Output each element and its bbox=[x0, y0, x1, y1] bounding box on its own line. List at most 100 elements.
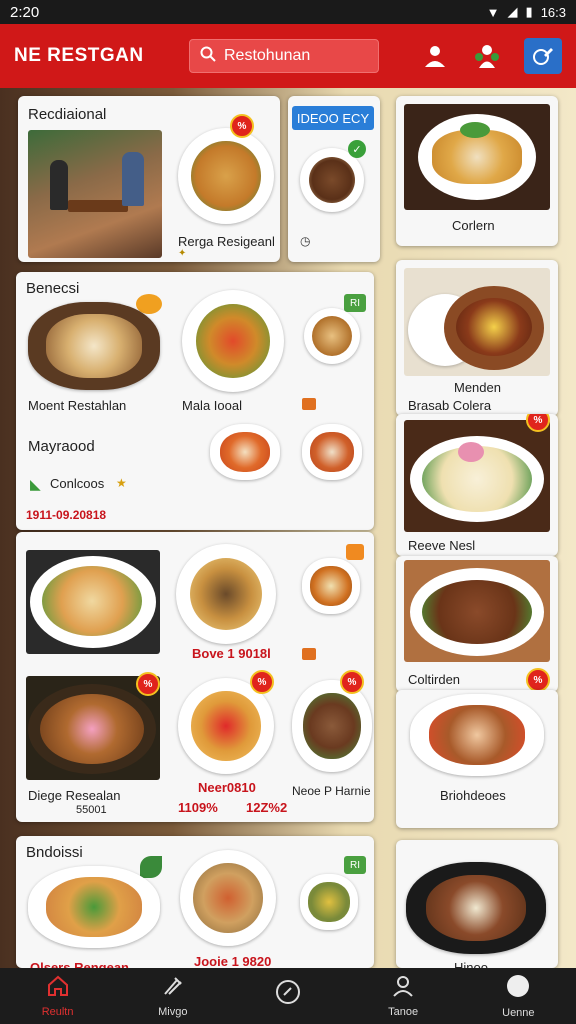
card-caption: Menden bbox=[454, 380, 501, 395]
card-title: Benecsi bbox=[26, 280, 80, 297]
card-caption: Coltirden bbox=[408, 672, 461, 687]
search-input[interactable]: Restohunan bbox=[189, 39, 379, 73]
dish-plate bbox=[300, 874, 358, 930]
nav-label: Mivgo bbox=[158, 1006, 188, 1018]
restaurant-card[interactable]: Briohdeoes bbox=[396, 690, 558, 828]
restaurant-card[interactable]: Coltirden % bbox=[396, 556, 558, 692]
dish-plate bbox=[28, 866, 160, 948]
search-icon bbox=[200, 46, 216, 67]
restaurant-card[interactable]: Hinoo bbox=[396, 840, 558, 968]
battery-icon: ▮ bbox=[525, 4, 533, 19]
bottom-nav: Reultn Mivgo Tanoe Uenne bbox=[0, 968, 576, 1024]
app-title: NE RESTGAN bbox=[14, 45, 144, 66]
compass-icon bbox=[275, 979, 301, 1010]
dish-plate bbox=[302, 558, 360, 614]
dish-plate bbox=[28, 302, 160, 390]
status-time: 2:20 bbox=[10, 3, 40, 21]
item-sub: 55001 bbox=[76, 804, 107, 816]
search-text: Restohunan bbox=[224, 47, 311, 64]
promo-date: 1911-09.20818 bbox=[26, 508, 107, 522]
dish-photo bbox=[404, 560, 550, 662]
calendar-icon bbox=[302, 648, 316, 660]
status-bar: 2:20 ▼ ◢ ▮ 16:3 bbox=[0, 0, 576, 24]
restaurant-card[interactable]: IDEOO ECY ✓ ◷ bbox=[288, 96, 380, 262]
promo-badge-icon: % bbox=[340, 670, 364, 694]
user-icon bbox=[391, 974, 415, 1003]
dish-plate bbox=[302, 424, 362, 480]
nav-label: Tanoe bbox=[388, 1006, 419, 1018]
dish-plate bbox=[180, 850, 276, 946]
item-name: Moent Restahlan bbox=[28, 398, 127, 413]
tag-chip[interactable]: Conlcoos bbox=[50, 476, 104, 491]
item-name: Neer0810 bbox=[198, 780, 256, 795]
promo-badge-icon: % bbox=[526, 668, 550, 692]
dish-plate bbox=[406, 862, 546, 954]
nav-home[interactable]: Reultn bbox=[13, 974, 103, 1018]
card-title: Recdiaional bbox=[28, 106, 107, 123]
group-icon[interactable] bbox=[472, 41, 502, 71]
dish-plate bbox=[178, 128, 274, 224]
wifi-icon: ▼ bbox=[486, 4, 500, 20]
clock-icon: ◷ bbox=[300, 234, 311, 248]
dish-photo bbox=[404, 268, 550, 376]
profile-circle-icon bbox=[505, 973, 531, 1004]
restaurant-photo bbox=[28, 130, 162, 258]
bookmark-icon[interactable]: ✦ bbox=[178, 248, 186, 259]
item-name: Neoe P Harnie bbox=[292, 784, 371, 798]
card-caption: Hinoo bbox=[454, 960, 488, 968]
item-name: Diege Resealan bbox=[28, 788, 121, 803]
card-caption: Corlern bbox=[452, 218, 495, 233]
veg-tag-icon: RI bbox=[344, 294, 366, 312]
promo-badge-icon: % bbox=[230, 114, 254, 138]
dish-plate bbox=[182, 290, 284, 392]
price-label: 1109% bbox=[178, 800, 218, 815]
nav-account[interactable]: Tanoe bbox=[358, 974, 448, 1018]
card-subtitle: Mayraood bbox=[28, 438, 95, 455]
nav-menu[interactable]: Mivgo bbox=[128, 974, 218, 1018]
check-icon: ✓ bbox=[348, 140, 366, 158]
restaurant-card[interactable]: Corlern bbox=[396, 96, 558, 246]
dish-photo bbox=[404, 420, 550, 532]
nav-label: Reultn bbox=[41, 1006, 74, 1018]
signal-icon: ◢ bbox=[507, 4, 518, 19]
promo-badge-icon: % bbox=[250, 670, 274, 694]
restaurant-card[interactable]: Bndoissi RI Olsers Rengean Jooie 1 9820 bbox=[16, 836, 374, 968]
leaf-icon bbox=[140, 856, 162, 878]
promo-badge-icon: % bbox=[136, 672, 160, 696]
card-caption: Rerga Resigeanl bbox=[178, 234, 275, 249]
edit-icon[interactable] bbox=[524, 38, 562, 74]
card-subcaption: Brasab Colera bbox=[408, 398, 492, 413]
card-caption: Briohdeoes bbox=[440, 788, 506, 803]
item-name: Jooie 1 9820 bbox=[194, 954, 272, 968]
tag-icon bbox=[346, 544, 364, 560]
utensils-icon bbox=[161, 974, 185, 1003]
veg-tag-icon: RI bbox=[344, 856, 366, 874]
dish-plate bbox=[292, 680, 372, 772]
item-name: Olsers Rengean bbox=[30, 960, 129, 968]
home-icon bbox=[46, 974, 70, 1003]
price-label: 12Z%2 bbox=[246, 800, 288, 815]
restaurant-card[interactable]: % Reeve Nesl bbox=[396, 414, 558, 556]
status-clock: 16:3 bbox=[540, 4, 566, 20]
restaurant-card[interactable]: Recdiaional % Rerga Resigeanl ✦ bbox=[18, 96, 280, 262]
nav-profile[interactable]: Uenne bbox=[473, 973, 563, 1019]
dish-plate bbox=[304, 308, 360, 364]
restaurant-card[interactable]: Menden Brasab Colera bbox=[396, 260, 558, 416]
card-title: Bndoissi bbox=[26, 844, 83, 861]
price-label: Bove 1 9018l bbox=[192, 646, 271, 661]
app-bar: NE RESTGAN Restohunan bbox=[0, 24, 576, 88]
nav-explore[interactable] bbox=[243, 979, 333, 1013]
dish-plate bbox=[176, 544, 276, 644]
nav-label: Uenne bbox=[502, 1007, 535, 1019]
dish-photo bbox=[404, 104, 550, 210]
leaf-icon: ◣ bbox=[30, 476, 41, 492]
card-caption: Reeve Nesl bbox=[408, 538, 476, 553]
reserve-button[interactable]: IDEOO ECY bbox=[292, 106, 374, 130]
dish-photo bbox=[26, 550, 160, 654]
app-actions bbox=[420, 38, 562, 74]
restaurant-card[interactable]: Benecsi RI Moent Restahlan Mala Iooal Ma… bbox=[16, 272, 374, 530]
dish-plate bbox=[410, 694, 544, 776]
item-name: Mala Iooal bbox=[182, 398, 242, 413]
restaurant-card[interactable]: Bove 1 9018l % % % Diege Resealan 55001 … bbox=[16, 532, 374, 822]
account-icon[interactable] bbox=[420, 41, 450, 71]
